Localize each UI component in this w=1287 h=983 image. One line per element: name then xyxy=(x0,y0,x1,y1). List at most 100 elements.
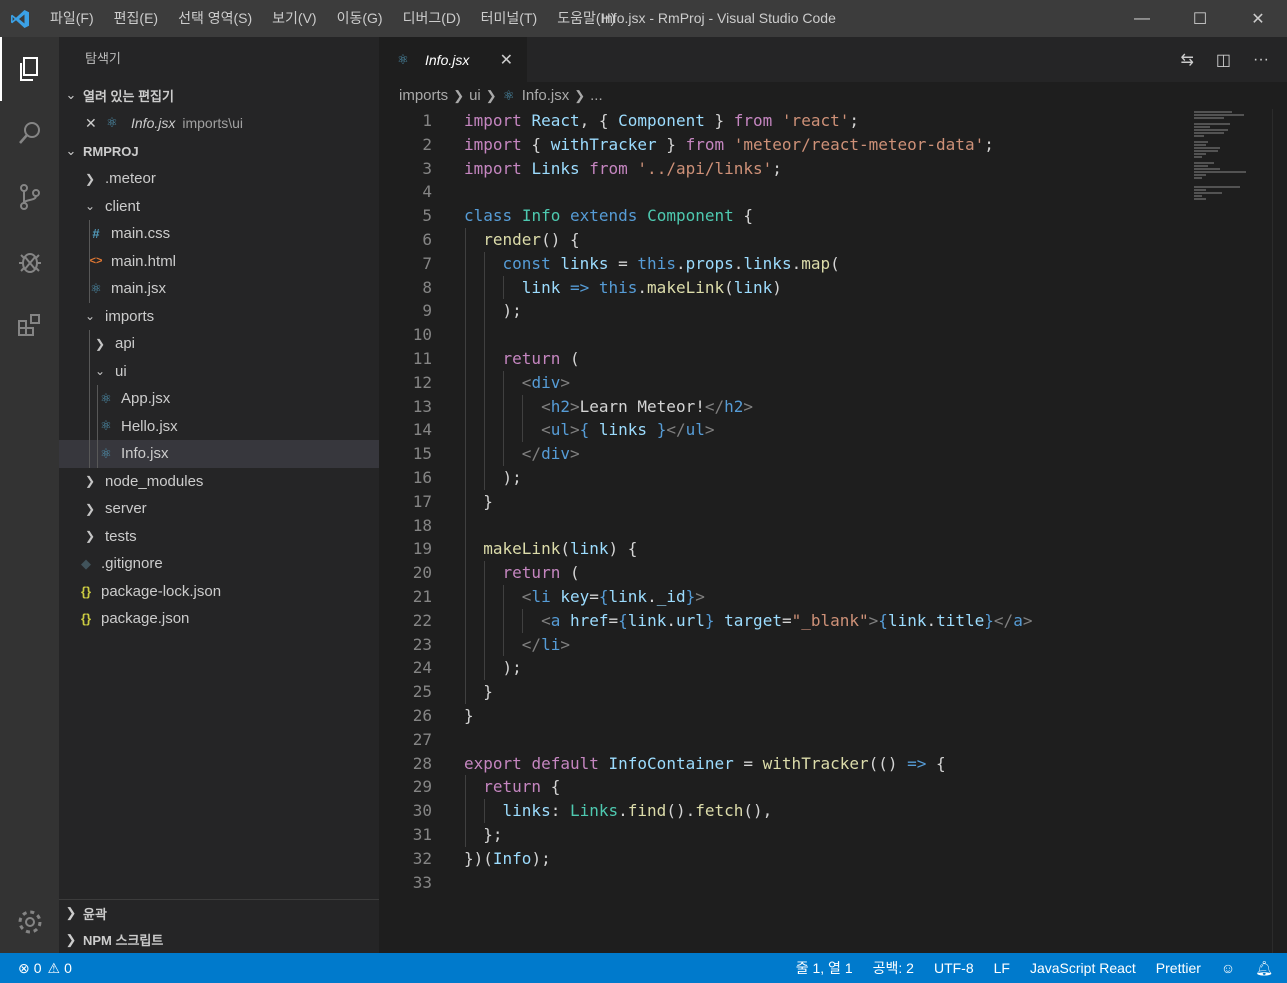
minimap[interactable] xyxy=(1189,109,1269,953)
code-line: 1 import React, { Component } from 'react… xyxy=(422,111,859,130)
debug-icon[interactable] xyxy=(0,229,59,293)
code-line: 21 <li key={link._id}> xyxy=(379,584,1189,609)
code-line: 30 links: Links.find().fetch(), xyxy=(379,799,1189,823)
menu-debug[interactable]: 디버그(D) xyxy=(393,0,471,37)
npm-scripts-header[interactable]: ❯ NPM 스크립트 xyxy=(59,926,379,953)
menu-terminal[interactable]: 터미널(T) xyxy=(471,0,548,37)
more-actions-icon[interactable]: ··· xyxy=(1253,51,1269,69)
code-line: 7 const links = this.props.links.map( xyxy=(379,251,1189,276)
tree-file-gitignore[interactable]: ◆ .gitignore xyxy=(59,550,379,578)
warning-count: 0 xyxy=(64,960,72,976)
code-line: 15 </div> xyxy=(379,442,1189,466)
tree-label: package-lock.json xyxy=(101,582,222,600)
tree-file-package-json[interactable]: {} package.json xyxy=(59,605,379,633)
tree-label: ui xyxy=(115,362,127,380)
minimize-icon[interactable]: — xyxy=(1113,0,1171,37)
search-icon[interactable] xyxy=(0,101,59,165)
tree-label: App.jsx xyxy=(121,390,171,408)
formatter[interactable]: Prettier xyxy=(1156,960,1201,976)
settings-gear-icon[interactable] xyxy=(0,897,59,947)
problems-indicator[interactable]: ⊗ 0 ⚠ 0 xyxy=(0,960,72,977)
tree-file-app-jsx[interactable]: ⚛ App.jsx xyxy=(59,385,379,413)
open-editors-header[interactable]: ⌄ 열려 있는 편집기 xyxy=(59,81,379,109)
code-line: 19 makeLink(link) { xyxy=(379,537,1189,562)
chevron-right-icon: ❯ xyxy=(65,905,77,920)
breadcrumb-item[interactable]: ui xyxy=(469,87,481,104)
tree-file-info-jsx[interactable]: ⚛ Info.jsx xyxy=(59,440,379,468)
tree-label: package.json xyxy=(101,610,190,628)
menu-edit[interactable]: 편집(E) xyxy=(104,0,168,37)
code-line: 20 return ( xyxy=(379,561,1189,585)
close-tab-icon[interactable]: ✕ xyxy=(500,50,513,70)
open-editor-item[interactable]: ✕ ⚛ Info.jsx imports\ui xyxy=(59,109,379,137)
tree-file-main-html[interactable]: <> main.html xyxy=(59,247,379,275)
css-file-icon: # xyxy=(92,226,100,242)
menu-selection[interactable]: 선택 영역(S) xyxy=(168,0,262,37)
tree-file-hello-jsx[interactable]: ⚛ Hello.jsx xyxy=(59,412,379,440)
chevron-right-icon: ❯ xyxy=(94,336,106,351)
code-line: 22 <a href={link.url} target="_blank">{l… xyxy=(379,608,1189,633)
explorer-icon[interactable] xyxy=(0,37,59,101)
menu-file[interactable]: 파일(F) xyxy=(40,0,104,37)
encoding[interactable]: UTF-8 xyxy=(934,960,974,976)
chevron-right-icon: ❯ xyxy=(84,171,96,186)
split-editor-icon[interactable]: ◫ xyxy=(1216,50,1231,70)
chevron-right-icon: ❯ xyxy=(453,87,465,103)
tree-file-main-css[interactable]: # main.css xyxy=(59,220,379,248)
code-line: 27 xyxy=(412,729,432,749)
code-line: 16 ); xyxy=(379,465,1189,490)
react-file-icon: ⚛ xyxy=(90,280,102,296)
breadcrumb-item[interactable]: Info.jsx xyxy=(522,87,570,104)
extensions-icon[interactable] xyxy=(0,293,59,357)
code-line: 14 <ul>{ links }</ul> xyxy=(379,418,1189,443)
code-line: 23 </li> xyxy=(379,632,1189,657)
notifications-bell-icon[interactable]: 🔔︎ xyxy=(1255,960,1273,977)
source-control-icon[interactable] xyxy=(0,165,59,229)
tree-folder-meteor[interactable]: ❯ .meteor xyxy=(59,165,379,193)
tab-info-jsx[interactable]: ⚛ Info.jsx ✕ xyxy=(379,37,527,82)
language-mode[interactable]: JavaScript React xyxy=(1030,960,1136,976)
tree-folder-client[interactable]: ⌄ client xyxy=(59,193,379,221)
tree-folder-api[interactable]: ❯ api xyxy=(59,330,379,358)
tree-folder-server[interactable]: ❯ server xyxy=(59,495,379,523)
open-editor-name: Info.jsx xyxy=(131,115,176,131)
open-editors-label: 열려 있는 편집기 xyxy=(83,88,174,104)
code-line: 29 return { xyxy=(379,775,1189,800)
tab-label: Info.jsx xyxy=(425,51,470,68)
code-line: 13 <h2>Learn Meteor!</h2> xyxy=(379,394,1189,419)
react-file-icon: ⚛ xyxy=(100,445,112,461)
vertical-scrollbar[interactable] xyxy=(1272,109,1287,953)
menu-view[interactable]: 보기(V) xyxy=(262,0,326,37)
tree-folder-ui[interactable]: ⌄ ui xyxy=(59,357,379,385)
tree-file-main-jsx[interactable]: ⚛ main.jsx xyxy=(59,275,379,303)
code-editor[interactable]: 1 import React, { Component } from 'react… xyxy=(379,109,1189,953)
code-line: 8 link => this.makeLink(link) xyxy=(379,275,1189,300)
cursor-position[interactable]: 줄 1, 열 1 xyxy=(796,958,853,978)
end-of-line[interactable]: LF xyxy=(994,960,1010,976)
tree-label: api xyxy=(115,335,136,353)
tree-folder-node-modules[interactable]: ❯ node_modules xyxy=(59,468,379,496)
code-line: 26} xyxy=(412,705,474,725)
indentation[interactable]: 공백: 2 xyxy=(873,958,914,978)
outline-header[interactable]: ❯ 윤곽 xyxy=(59,899,379,926)
breadcrumb-item[interactable]: imports xyxy=(399,87,448,104)
tree-folder-imports[interactable]: ⌄ imports xyxy=(59,303,379,331)
tree-label: server xyxy=(105,500,147,518)
maximize-icon[interactable]: ☐ xyxy=(1171,0,1229,37)
breadcrumb-item[interactable]: ... xyxy=(590,87,603,104)
tree-label: main.html xyxy=(111,252,177,270)
project-header[interactable]: ⌄ RMPROJ xyxy=(59,137,379,165)
code-line: 9 ); xyxy=(379,299,1189,324)
open-changes-icon[interactable]: ⇆ xyxy=(1180,50,1193,70)
chevron-right-icon: ❯ xyxy=(84,501,96,516)
breadcrumb: imports ❯ ui ❯ ⚛ Info.jsx ❯ ... xyxy=(379,82,1287,109)
feedback-smiley-icon[interactable]: ☺ xyxy=(1221,960,1235,976)
tree-file-package-lock-json[interactable]: {} package-lock.json xyxy=(59,578,379,606)
menu-help[interactable]: 도움말(H) xyxy=(547,0,625,37)
close-editor-icon[interactable]: ✕ xyxy=(85,115,99,132)
tree-folder-tests[interactable]: ❯ tests xyxy=(59,523,379,551)
menu-go[interactable]: 이동(G) xyxy=(327,0,393,37)
code-line: 5 class Info extends Component { xyxy=(422,206,754,226)
close-icon[interactable]: ✕ xyxy=(1229,0,1287,37)
code-line: 6 render() { xyxy=(379,227,1189,252)
